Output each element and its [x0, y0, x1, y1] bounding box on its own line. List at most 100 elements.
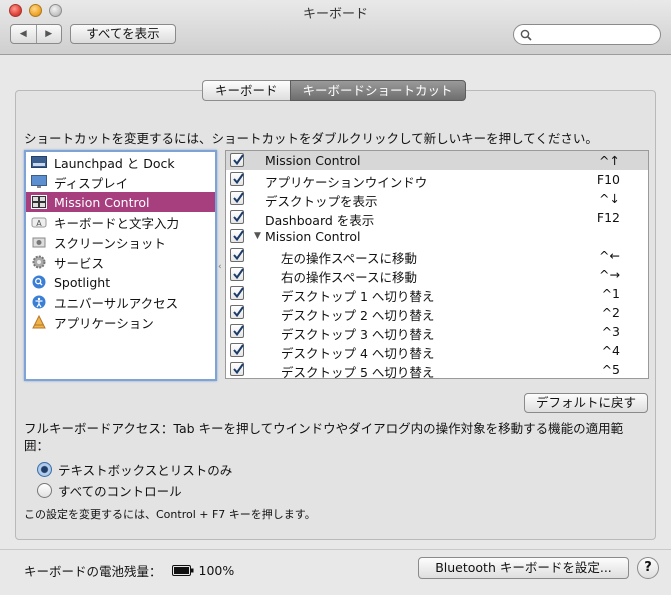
forward-arrow-icon[interactable]: ▶: [37, 25, 62, 43]
shortcut-row[interactable]: デスクトップ 4 へ切り替え ^4: [226, 341, 648, 361]
shortcut-row[interactable]: デスクトップを表示 ^↓: [226, 189, 648, 209]
shortcut-row[interactable]: Mission Control ^↑: [226, 151, 648, 170]
screenshot-icon: [31, 235, 47, 249]
help-button[interactable]: ?: [637, 557, 659, 579]
show-all-button[interactable]: すべてを表示: [70, 24, 176, 44]
shortcut-checkbox[interactable]: [230, 248, 244, 262]
shortcut-checkbox[interactable]: [230, 267, 244, 281]
shortcut-row[interactable]: デスクトップ 2 へ切り替え ^2: [226, 303, 648, 323]
split-divider-handle[interactable]: ‹: [218, 262, 222, 272]
setup-bluetooth-keyboard-button[interactable]: Bluetooth キーボードを設定...: [418, 557, 629, 579]
spotlight-icon: [31, 275, 47, 289]
category-label: アプリケーション: [54, 315, 154, 331]
instruction-text: ショートカットを変更するには、ショートカットをダブルクリックして新しいキーを押し…: [24, 131, 598, 146]
search-input[interactable]: [536, 27, 654, 42]
category-label: キーボードと文字入力: [54, 215, 180, 231]
shortcut-table[interactable]: Mission Control ^↑ アプリケーションウインドウ F10 デスク…: [225, 150, 649, 379]
services-gear-icon: [31, 255, 47, 269]
shortcut-key[interactable]: ^2: [602, 305, 620, 320]
shortcut-key[interactable]: ^5: [602, 362, 620, 377]
category-item-applications[interactable]: アプリケーション: [26, 312, 215, 332]
shortcut-checkbox[interactable]: [230, 343, 244, 357]
category-item-universal-access[interactable]: ユニバーサルアクセス: [26, 292, 215, 312]
shortcut-key[interactable]: ^3: [602, 324, 620, 339]
search-icon: [520, 29, 532, 41]
shortcut-row[interactable]: 右の操作スペースに移動 ^→: [226, 265, 648, 285]
category-label: Launchpad と Dock: [54, 155, 175, 171]
disclosure-triangle-icon[interactable]: ▼: [254, 231, 261, 241]
radio-label: すべてのコントロール: [58, 484, 182, 499]
shortcut-row[interactable]: デスクトップ 1 へ切り替え ^1: [226, 284, 648, 304]
radio-button[interactable]: [37, 483, 52, 498]
shortcut-key[interactable]: F10: [597, 172, 620, 187]
category-label: ユニバーサルアクセス: [54, 295, 179, 311]
category-item-mission-control[interactable]: Mission Control: [26, 192, 215, 212]
battery-label: キーボードの電池残量：: [24, 564, 162, 579]
radio-all-controls[interactable]: すべてのコントロール: [37, 481, 182, 500]
shortcut-row[interactable]: アプリケーションウインドウ F10: [226, 170, 648, 190]
full-keyboard-access-text: フルキーボードアクセス：Tab キーを押してウインドウやダイアログ内の操作対象を…: [24, 421, 624, 453]
category-list[interactable]: Launchpad と Dock ディスプレイ Mission Control …: [24, 150, 217, 381]
radio-label: テキストボックスとリストのみ: [58, 463, 233, 478]
battery-icon: [171, 565, 194, 576]
shortcut-key[interactable]: ^4: [602, 343, 620, 358]
shortcut-key[interactable]: ^↑: [599, 153, 620, 168]
shortcut-checkbox[interactable]: [230, 324, 244, 338]
mission-control-icon: [31, 195, 47, 209]
universal-access-icon: [31, 295, 47, 309]
shortcut-row[interactable]: デスクトップ 3 へ切り替え ^3: [226, 322, 648, 342]
back-arrow-icon[interactable]: ◀: [11, 25, 37, 43]
shortcut-checkbox[interactable]: [230, 210, 244, 224]
battery-level: キーボードの電池残量： 100%: [24, 561, 234, 580]
window-title: キーボード: [302, 7, 368, 22]
shortcut-checkbox[interactable]: [230, 153, 244, 167]
tab-keyboard[interactable]: キーボード: [202, 80, 290, 101]
radio-text-boxes-lists[interactable]: テキストボックスとリストのみ: [37, 460, 232, 479]
shortcut-checkbox[interactable]: [230, 172, 244, 186]
shortcut-checkbox[interactable]: [230, 229, 244, 243]
category-item-launchpad-dock[interactable]: Launchpad と Dock: [26, 152, 215, 172]
category-label: Mission Control: [54, 194, 150, 210]
applications-icon: [31, 315, 47, 329]
shortcut-key[interactable]: ^↓: [599, 191, 620, 206]
category-item-screenshot[interactable]: スクリーンショット: [26, 232, 215, 252]
tab-keyboard-shortcuts[interactable]: キーボードショートカット: [289, 80, 466, 101]
radio-button-selected[interactable]: [37, 462, 52, 477]
display-icon: [31, 175, 47, 189]
svg-text:A: A: [36, 219, 42, 228]
category-label: サービス: [54, 255, 105, 271]
category-label: スクリーンショット: [54, 235, 166, 251]
search-field[interactable]: [513, 24, 661, 45]
shortcut-note: この設定を変更するには、Control + F7 キーを押します。: [24, 508, 316, 521]
shortcut-checkbox[interactable]: [230, 191, 244, 205]
shortcut-key[interactable]: F12: [597, 210, 620, 225]
shortcut-key[interactable]: ^→: [599, 267, 620, 282]
separator: [0, 549, 671, 550]
table-scrollbar[interactable]: [644, 151, 648, 378]
restore-defaults-button[interactable]: デフォルトに戻す: [524, 393, 648, 413]
shortcut-label: デスクトップ 5 へ切り替え: [281, 365, 435, 379]
back-forward-control: ◀ ▶: [10, 24, 62, 44]
shortcut-checkbox[interactable]: [230, 362, 244, 376]
category-item-spotlight[interactable]: Spotlight: [26, 272, 215, 292]
shortcut-group-row[interactable]: ▼ Mission Control: [226, 227, 648, 246]
shortcut-checkbox[interactable]: [230, 305, 244, 319]
shortcut-row[interactable]: 左の操作スペースに移動 ^←: [226, 246, 648, 266]
category-item-services[interactable]: サービス: [26, 252, 215, 272]
category-item-keyboard-text[interactable]: A キーボードと文字入力: [26, 212, 215, 232]
launchpad-dock-icon: [31, 155, 47, 169]
shortcut-key[interactable]: ^1: [602, 286, 620, 301]
shortcut-group-label: Mission Control: [265, 229, 361, 244]
shortcut-row[interactable]: デスクトップ 5 へ切り替え ^5: [226, 360, 648, 379]
shortcut-label: Mission Control: [265, 153, 361, 168]
window-toolbar: キーボード ◀ ▶ すべてを表示: [0, 0, 671, 55]
category-label: ディスプレイ: [54, 175, 129, 191]
category-label: Spotlight: [54, 274, 111, 290]
keyboard-text-icon: A: [31, 215, 47, 229]
shortcut-checkbox[interactable]: [230, 286, 244, 300]
category-item-display[interactable]: ディスプレイ: [26, 172, 215, 192]
shortcut-key[interactable]: ^←: [599, 248, 620, 263]
shortcut-row[interactable]: Dashboard を表示 F12: [226, 208, 648, 228]
battery-value: 100%: [198, 563, 235, 578]
tab-bar: キーボード キーボードショートカット: [202, 80, 466, 101]
